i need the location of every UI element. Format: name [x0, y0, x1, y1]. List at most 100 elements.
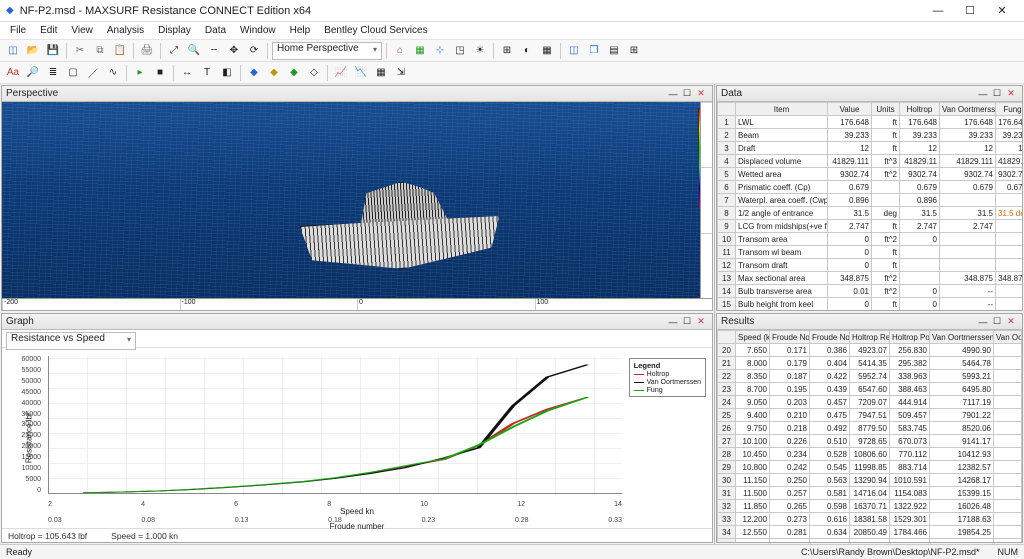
new-icon[interactable]: ◫: [4, 42, 22, 60]
menu-data[interactable]: Data: [199, 23, 232, 38]
home-icon[interactable]: ⌂: [391, 42, 409, 60]
table-row[interactable]: 228.3500.1870.4225952.74338.9635993.21: [718, 370, 1022, 383]
light-icon[interactable]: ☀: [471, 42, 489, 60]
pane-close-icon[interactable]: ✕: [1004, 88, 1018, 99]
table-icon[interactable]: ▦: [372, 64, 390, 82]
persp-icon[interactable]: ◳: [451, 42, 469, 60]
pane-max-icon[interactable]: ☐: [990, 88, 1004, 99]
table-row[interactable]: 5Wetted area9302.74ft^29302.749302.74930…: [718, 168, 1023, 181]
copy-icon[interactable]: ⧉: [91, 42, 109, 60]
pane-max-icon[interactable]: ☐: [990, 316, 1004, 327]
pane-min-icon[interactable]: —: [666, 317, 680, 327]
pan-icon[interactable]: ✥: [225, 42, 243, 60]
table-row[interactable]: 2710.1000.2260.5109728.65670.0739141.17: [718, 435, 1022, 448]
text-icon[interactable]: T: [198, 64, 216, 82]
pane-max-icon[interactable]: ☐: [680, 88, 694, 99]
open-icon[interactable]: 📂: [24, 42, 42, 60]
dim-icon[interactable]: ↔: [178, 64, 196, 82]
layers-icon[interactable]: ≣: [44, 64, 62, 82]
menu-help[interactable]: Help: [284, 23, 317, 38]
menu-bentley[interactable]: Bentley Cloud Services: [318, 23, 433, 38]
minimize-button[interactable]: —: [922, 1, 954, 21]
table-row[interactable]: 13Max sectional area348.875ft^2348.87534…: [718, 272, 1023, 285]
table-row[interactable]: 207.6500.1710.3864923.07256.8304990.90: [718, 344, 1022, 357]
perspective-viewport[interactable]: -200-1000100: [2, 102, 712, 310]
stop-icon[interactable]: ■: [151, 64, 169, 82]
table-row[interactable]: 2Beam39.233ft39.23339.23339.233: [718, 129, 1023, 142]
method3-icon[interactable]: ◆: [285, 64, 303, 82]
table-row[interactable]: 218.0000.1790.4045414.35295.3825464.78: [718, 357, 1022, 370]
grid-icon[interactable]: ▦: [411, 42, 429, 60]
find-icon[interactable]: 🔎: [24, 64, 42, 82]
cut-icon[interactable]: ✂: [71, 42, 89, 60]
table-row[interactable]: 10Transom area0ft^200: [718, 233, 1023, 246]
table-row[interactable]: 3312.2000.2730.61618381.581529.30117188.…: [718, 513, 1022, 526]
table-row[interactable]: 3011.1500.2500.56313290.941010.59114268.…: [718, 474, 1022, 487]
table-row[interactable]: 7Waterpl. area coeff. (Cwp)0.8960.896: [718, 194, 1023, 207]
table-row[interactable]: 11Transom wl beam0ft0: [718, 246, 1023, 259]
data-table[interactable]: ItemValueUnitsHoltropVan OortmerssenFung…: [717, 102, 1022, 310]
mesh-icon[interactable]: ⊞: [498, 42, 516, 60]
table-row[interactable]: 249.0500.2030.4577209.07444.9147117.19: [718, 396, 1022, 409]
rotate-icon[interactable]: ⟳: [245, 42, 263, 60]
method4-icon[interactable]: ◇: [305, 64, 323, 82]
win4-icon[interactable]: ⊞: [625, 42, 643, 60]
table-row[interactable]: 3211.8500.2650.59816370.711322.92216026.…: [718, 500, 1022, 513]
table-row[interactable]: 12Transom draft0ft0: [718, 259, 1023, 272]
export-icon[interactable]: ⇲: [392, 64, 410, 82]
pane-close-icon[interactable]: ✕: [1004, 316, 1018, 327]
table-row[interactable]: 81/2 angle of entrance31.5deg31.531.531.…: [718, 207, 1023, 220]
chart2-icon[interactable]: 📉: [352, 64, 370, 82]
table-row[interactable]: 4Displaced volume41829.111ft^341829.1141…: [718, 155, 1023, 168]
box-icon[interactable]: ▢: [64, 64, 82, 82]
menu-edit[interactable]: Edit: [34, 23, 63, 38]
zoom-fit-icon[interactable]: ⤢: [165, 42, 183, 60]
table-row[interactable]: 1LWL176.648ft176.648176.648176.648: [718, 116, 1023, 129]
table-row[interactable]: 15Bulb height from keel0ft0----: [718, 298, 1023, 311]
chart-area[interactable]: Resistance lbf 0500010000150002000025000…: [2, 348, 712, 528]
shade-icon[interactable]: ◐: [518, 42, 536, 60]
cascade-icon[interactable]: ❐: [585, 42, 603, 60]
close-button[interactable]: ✕: [986, 1, 1018, 21]
table-row[interactable]: 238.7000.1950.4396547.60388.4636495.80: [718, 383, 1022, 396]
save-icon[interactable]: 💾: [44, 42, 62, 60]
table-row[interactable]: 2910.8000.2420.54511998.85883.71412382.5…: [718, 461, 1022, 474]
label-icon[interactable]: ◧: [218, 64, 236, 82]
table-row[interactable]: 3Draft12ft121212: [718, 142, 1023, 155]
maximize-button[interactable]: ☐: [954, 1, 986, 21]
zoom-in-icon[interactable]: 🔍: [185, 42, 203, 60]
menu-window[interactable]: Window: [234, 23, 282, 38]
method2-icon[interactable]: ◆: [265, 64, 283, 82]
table-row[interactable]: 6Prismatic coeff. (Cp)0.6790.6790.6790.6…: [718, 181, 1023, 194]
view-select[interactable]: Home Perspective: [272, 42, 382, 60]
menu-display[interactable]: Display: [152, 23, 197, 38]
menu-file[interactable]: File: [4, 23, 32, 38]
table-row[interactable]: 9LCG from midships(+ve for'd2.747ft2.747…: [718, 220, 1023, 233]
pane-min-icon[interactable]: —: [976, 89, 990, 99]
table-row[interactable]: 3412.5500.2810.63420850.491784.46619854.…: [718, 526, 1022, 539]
pane-close-icon[interactable]: ✕: [694, 316, 708, 327]
line-icon[interactable]: ／: [84, 64, 102, 82]
curve-icon[interactable]: ∿: [104, 64, 122, 82]
paste-icon[interactable]: 📋: [111, 42, 129, 60]
pane-min-icon[interactable]: —: [666, 89, 680, 99]
zoom-out-icon[interactable]: ╌: [205, 42, 223, 60]
tile-icon[interactable]: ◫: [565, 42, 583, 60]
results-table[interactable]: Speed (kn)Froude No. LWLFroude No. Vol.H…: [717, 330, 1022, 542]
pane-close-icon[interactable]: ✕: [694, 88, 708, 99]
arrange-icon[interactable]: ▤: [605, 42, 623, 60]
pane-min-icon[interactable]: —: [976, 317, 990, 327]
table-row[interactable]: 3512.9000.2890.65123792.302093.02524750.…: [718, 539, 1022, 543]
table-row[interactable]: 269.7500.2180.4928779.50583.7458520.06: [718, 422, 1022, 435]
axes-icon[interactable]: ⊹: [431, 42, 449, 60]
menu-analysis[interactable]: Analysis: [101, 23, 150, 38]
chart1-icon[interactable]: 📈: [332, 64, 350, 82]
table-row[interactable]: 14Bulb transverse area0.01ft^20----: [718, 285, 1023, 298]
aa-icon[interactable]: Aa: [4, 64, 22, 82]
table-row[interactable]: 3111.5000.2570.58114716.041154.08315399.…: [718, 487, 1022, 500]
run-icon[interactable]: ▸: [131, 64, 149, 82]
pane-max-icon[interactable]: ☐: [680, 316, 694, 327]
table-row[interactable]: 2810.4500.2340.52810806.60770.11210412.9…: [718, 448, 1022, 461]
menu-view[interactable]: View: [65, 23, 99, 38]
table-row[interactable]: 259.4000.2100.4757947.51509.4577901.22: [718, 409, 1022, 422]
